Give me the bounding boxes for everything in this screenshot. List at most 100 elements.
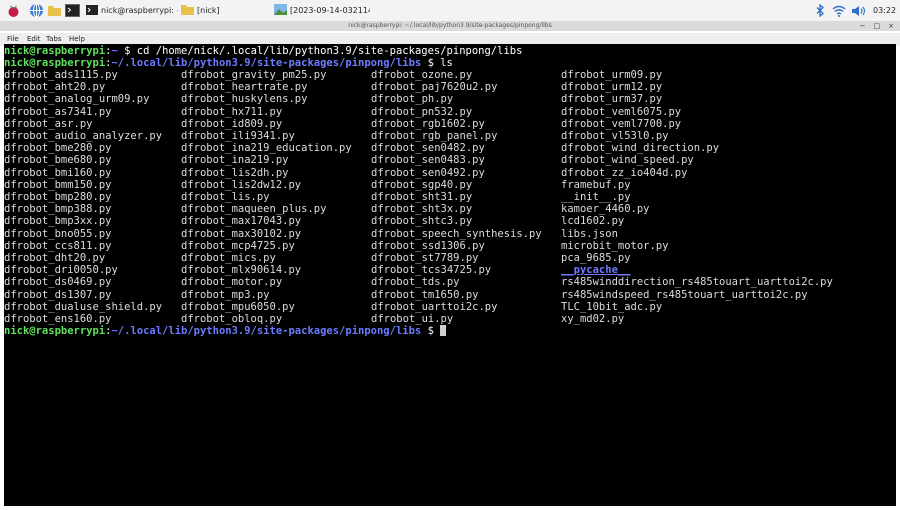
file-entry: dfrobot_sen0492.py xyxy=(371,166,485,179)
minimize-icon[interactable]: − xyxy=(860,21,866,31)
file-entry: dfrobot_max17043.py xyxy=(181,215,302,228)
clock[interactable]: 03:22 xyxy=(873,3,896,18)
taskbar: nick@raspberrypi: ~/... [nick] [2023-09-… xyxy=(0,0,900,22)
file-entry: dfrobot_gravity_pm25.py xyxy=(181,69,327,81)
command-line-cd: nick@raspberrypi:~ $ cd /home/nick/.loca… xyxy=(4,45,523,57)
file-entry: dfrobot_ili9341.py xyxy=(181,130,295,142)
file-entry: dfrobot_ds0469.py xyxy=(4,276,112,289)
file-entry: dfrobot_lis.py xyxy=(181,191,270,203)
file-entry: dfrobot_heartrate.py xyxy=(181,81,308,94)
prompt-user: nick@raspberrypi xyxy=(4,45,106,57)
window-title: nick@raspberrypi: ~/.local/lib/python3.9… xyxy=(348,22,552,29)
file-entry: dfrobot_bmp280.py xyxy=(4,191,112,203)
file-entry: dfrobot_bme280.py xyxy=(4,142,112,155)
file-entry: dfrobot_sen0482.py xyxy=(371,142,485,155)
file-entry: dfrobot_lis2dw12.py xyxy=(181,178,302,191)
file-entry: dfrobot_maqueen_plus.py xyxy=(181,203,327,216)
file-entry: dfrobot_analog_urm09.py xyxy=(4,93,150,106)
window-titlebar[interactable]: nick@raspberrypi: ~/.local/lib/python3.9… xyxy=(0,21,900,31)
prompt-user: nick@raspberrypi xyxy=(4,325,106,337)
file-entry: dfrobot_id809.py xyxy=(181,117,283,130)
file-entry: kamoer_4460.py xyxy=(561,203,650,216)
command-text: cd /home/nick/.local/lib/python3.9/site-… xyxy=(136,45,523,57)
menu-tabs[interactable]: Tabs xyxy=(46,35,62,43)
image-viewer-icon xyxy=(274,4,287,17)
file-entry: dfrobot_ssd1306.py xyxy=(371,239,485,252)
file-entry: dfrobot_bme680.py xyxy=(4,154,112,167)
prompt-path: ~/.local/lib/python3.9/site-packages/pin… xyxy=(111,325,422,337)
wifi-icon[interactable] xyxy=(832,3,846,18)
file-entry: dfrobot_ccs811.py xyxy=(4,239,112,252)
file-entry: dfrobot_paj7620u2.py xyxy=(371,81,498,94)
bluetooth-icon[interactable] xyxy=(816,3,824,18)
web-browser-icon[interactable] xyxy=(29,3,44,18)
file-entry: dfrobot_bmp388.py xyxy=(4,203,112,216)
menu-file[interactable]: File xyxy=(7,35,19,43)
file-entry: dfrobot_ui.py xyxy=(371,313,454,325)
volume-icon[interactable] xyxy=(851,3,866,18)
menu-edit[interactable]: Edit xyxy=(27,35,41,43)
file-entry: libs.json xyxy=(561,227,618,240)
file-entry: dfrobot_bmp3xx.py xyxy=(4,215,112,228)
file-entry: dfrobot_as7341.py xyxy=(4,105,112,118)
file-entry: dfrobot_sgp40.py xyxy=(371,178,473,191)
file-entry: dfrobot_motor.py xyxy=(181,276,283,289)
file-entry: dfrobot_vl53l0.py xyxy=(561,130,669,142)
file-entry: dfrobot_sht31.py xyxy=(371,191,473,203)
file-entry: dfrobot_veml6075.py xyxy=(561,105,682,118)
taskbar-window-image[interactable]: [2023-09-14-032114... xyxy=(274,2,370,19)
file-entry: dfrobot_dht20.py xyxy=(4,252,106,264)
taskbar-window-folder[interactable]: [nick] xyxy=(181,2,241,19)
file-entry: dfrobot_ina219.py xyxy=(181,154,289,167)
file-entry: dfrobot_aht20.py xyxy=(4,81,106,94)
file-entry: dfrobot_tcs34725.py xyxy=(371,264,492,277)
terminal-icon xyxy=(86,4,98,17)
file-manager-icon[interactable] xyxy=(47,3,62,18)
file-entry: pca_9685.py xyxy=(561,252,631,264)
file-entry: dfrobot_hx711.py xyxy=(181,105,283,118)
file-entry: dfrobot_huskylens.py xyxy=(181,93,308,106)
file-entry: dfrobot_bmi160.py xyxy=(4,166,112,179)
file-entry: dfrobot_speech_synthesis.py xyxy=(371,227,542,240)
close-icon[interactable]: × xyxy=(888,21,894,31)
terminal-launcher-icon[interactable] xyxy=(65,3,80,18)
folder-icon xyxy=(181,4,194,17)
file-entry: TLC_10bit_adc.py xyxy=(561,300,663,313)
file-entry: dfrobot_max30102.py xyxy=(181,227,302,240)
file-entry: dfrobot_wind_direction.py xyxy=(561,142,720,155)
file-entry: dfrobot_asr.py xyxy=(4,117,93,130)
prompt-path: ~/.local/lib/python3.9/site-packages/pin… xyxy=(111,57,422,69)
file-entry: dfrobot_wind_speed.py xyxy=(561,154,694,167)
file-entry: dfrobot_mcp4725.py xyxy=(181,239,295,252)
taskbar-window-terminal[interactable]: nick@raspberrypi: ~/... xyxy=(86,2,178,19)
file-entry: dfrobot_shtc3.py xyxy=(371,215,473,228)
maximize-icon[interactable]: □ xyxy=(874,21,881,31)
file-entry: dfrobot_sht3x.py xyxy=(371,203,473,216)
file-entry: dfrobot_mics.py xyxy=(181,252,276,264)
file-entry: dfrobot_ina219_education.py xyxy=(181,142,352,155)
command-text: ls xyxy=(440,57,453,69)
file-entry: dfrobot_dri0050.py xyxy=(4,264,118,277)
file-entry: lcd1602.py xyxy=(561,215,625,228)
file-entry: dfrobot_urm09.py xyxy=(561,69,663,81)
file-entry: dfrobot_rgb1602.py xyxy=(371,117,485,130)
file-entry: dfrobot_ens160.py xyxy=(4,313,112,325)
file-entry: dfrobot_mpu6050.py xyxy=(181,300,295,313)
file-entry: dfrobot_pn532.py xyxy=(371,105,473,118)
file-entry: dfrobot_bmm150.py xyxy=(4,178,112,191)
file-entry: __init__.py xyxy=(561,191,631,203)
terminal-output[interactable]: nick@raspberrypi:~ $ cd /home/nick/.loca… xyxy=(4,44,896,506)
file-entry: dfrobot_ph.py xyxy=(371,93,454,106)
file-entry: dfrobot_bno055.py xyxy=(4,227,112,240)
file-entry: dfrobot_mlx90614.py xyxy=(181,264,302,277)
menu-help[interactable]: Help xyxy=(69,35,85,43)
file-entry: dfrobot_mp3.py xyxy=(181,288,270,301)
raspberry-menu-icon[interactable] xyxy=(6,3,21,18)
file-entry: dfrobot_ads1115.py xyxy=(4,69,118,81)
file-entry: dfrobot_obloq.py xyxy=(181,313,283,325)
file-entry: dfrobot_sen0483.py xyxy=(371,154,485,167)
file-entry: dfrobot_rgb_panel.py xyxy=(371,130,498,142)
file-entry: dfrobot_zz_io404d.py xyxy=(561,166,688,179)
file-entry: dfrobot_st7789.py xyxy=(371,252,479,264)
file-entry: xy_md02.py xyxy=(561,313,625,325)
